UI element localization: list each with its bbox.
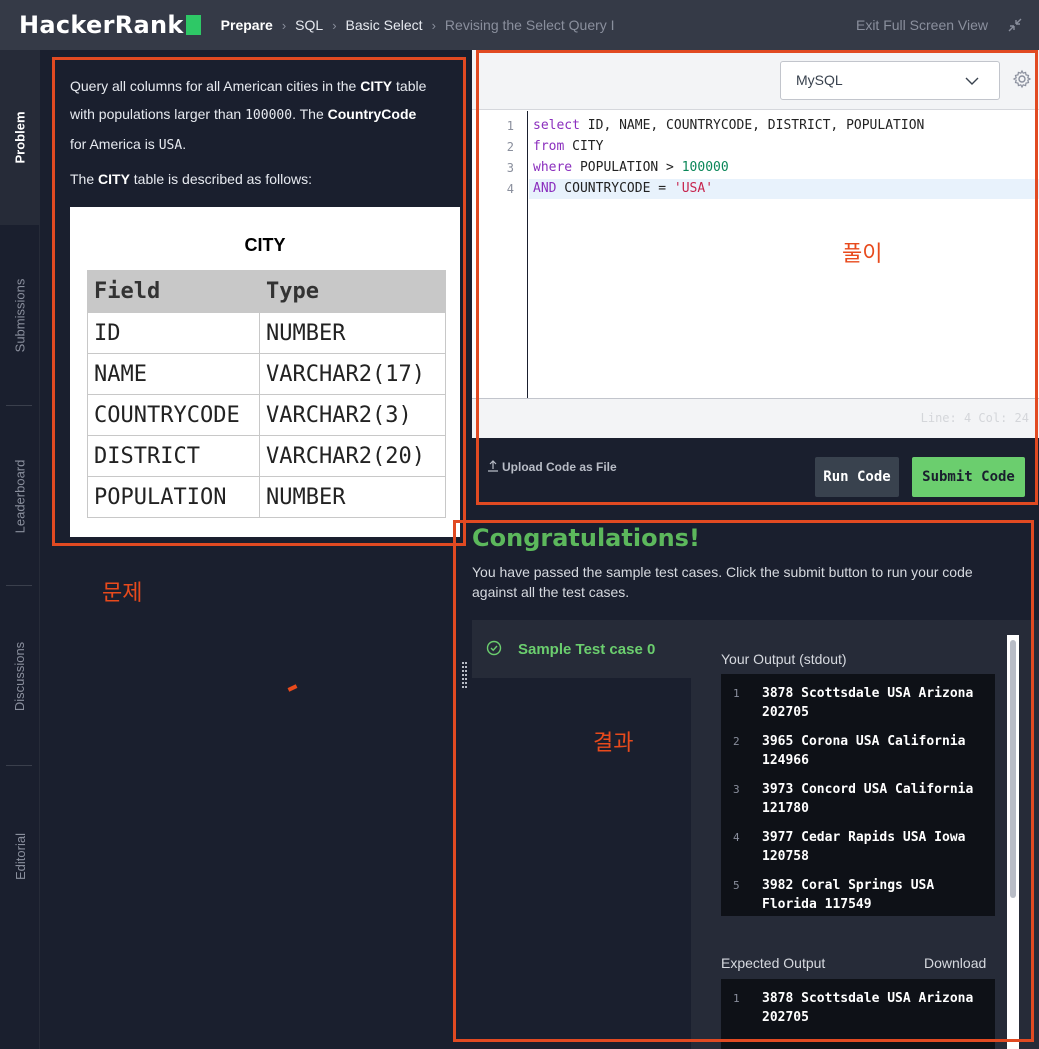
tab-submissions-label: Submissions bbox=[12, 278, 28, 352]
tab-problem[interactable]: Problem bbox=[0, 50, 40, 225]
exit-fullscreen-link[interactable]: Exit Full Screen View bbox=[856, 17, 988, 33]
side-tab-rail: Problem Submissions Leaderboard Discussi… bbox=[0, 50, 40, 1049]
annotation-box-problem bbox=[52, 57, 466, 546]
chevron-right-icon: › bbox=[431, 17, 436, 33]
tab-editorial-label: Editorial bbox=[12, 832, 28, 880]
chevron-right-icon: › bbox=[281, 17, 287, 33]
logo-text: HackerRank bbox=[19, 11, 184, 39]
breadcrumb-basic-select[interactable]: Basic Select bbox=[346, 17, 423, 33]
hackerrank-logo[interactable]: HackerRank bbox=[19, 11, 201, 39]
chevron-right-icon: › bbox=[332, 17, 337, 33]
breadcrumb: Prepare › SQL › Basic Select › Revising … bbox=[221, 17, 615, 33]
annotation-label-problem: 문제 bbox=[102, 581, 143, 606]
annotation-box-solution bbox=[476, 50, 1038, 505]
tab-discussions[interactable]: Discussions bbox=[0, 586, 40, 766]
breadcrumb-current: Revising the Select Query I bbox=[444, 17, 615, 33]
tab-submissions[interactable]: Submissions bbox=[0, 225, 40, 405]
annotation-box-result bbox=[453, 520, 1034, 1042]
tab-problem-label: Problem bbox=[12, 111, 28, 164]
logo-block-icon bbox=[185, 15, 201, 35]
tab-leaderboard[interactable]: Leaderboard bbox=[0, 406, 40, 586]
tab-editorial[interactable]: Editorial bbox=[0, 766, 40, 946]
tab-discussions-label: Discussions bbox=[12, 641, 28, 711]
tab-leaderboard-label: Leaderboard bbox=[12, 459, 28, 533]
breadcrumb-sql[interactable]: SQL bbox=[295, 17, 323, 33]
collapse-icon[interactable] bbox=[1007, 17, 1023, 33]
top-bar: HackerRank Prepare › SQL › Basic Select … bbox=[0, 0, 1039, 50]
annotation-label-solution: 풀이 bbox=[842, 242, 883, 267]
breadcrumb-prepare[interactable]: Prepare bbox=[221, 17, 273, 33]
annotation-label-result: 결과 bbox=[593, 731, 634, 756]
